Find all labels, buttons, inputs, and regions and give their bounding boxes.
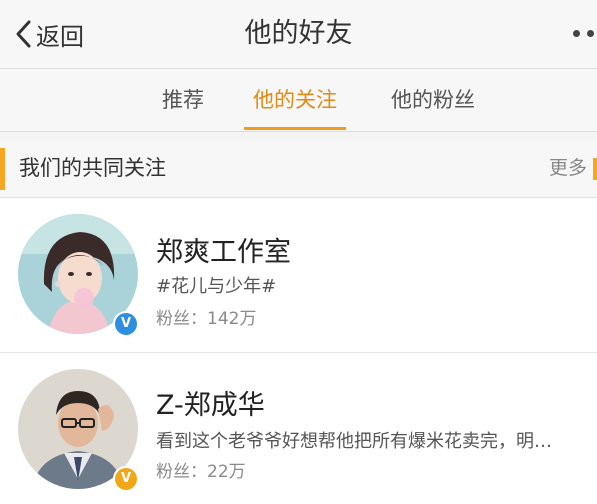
more-link[interactable]: 更多: [549, 140, 587, 197]
section-title: 我们的共同关注: [19, 156, 166, 180]
user-name: 郑爽工作室: [156, 237, 291, 268]
user-description: #花儿与少年#: [156, 276, 277, 297]
user-fans-count: 粉丝：22万: [156, 462, 246, 482]
user-description: 看到这个老爷爷好想帮他把所有爆米花卖完，明…: [156, 431, 552, 452]
user-list-item[interactable]: V Z-郑成华 看到这个老爷爷好想帮他把所有爆米花卖完，明… 粉丝：22万: [0, 353, 597, 504]
more-link-marker: [593, 158, 597, 180]
tab-bar: 推荐 他的关注 他的粉丝: [0, 69, 597, 132]
verified-badge-icon: V: [113, 311, 139, 337]
verified-badge-icon: V: [113, 466, 139, 492]
tab-recommended[interactable]: 推荐: [148, 69, 218, 131]
more-button[interactable]: [571, 26, 597, 42]
user-list-item[interactable]: V 郑爽工作室 #花儿与少年# 粉丝：142万: [0, 198, 597, 353]
active-tab-indicator: [244, 127, 346, 130]
user-name: Z-郑成华: [156, 390, 265, 421]
tab-his-followers[interactable]: 他的粉丝: [378, 69, 488, 131]
tab-his-following[interactable]: 他的关注: [240, 69, 350, 131]
page-title: 他的好友: [244, 18, 353, 49]
user-fans-count: 粉丝：142万: [156, 309, 257, 329]
common-following-header: 我们的共同关注 更多: [0, 140, 597, 198]
navigation-bar: 返回 他的好友: [0, 0, 597, 69]
section-marker: [0, 148, 5, 190]
